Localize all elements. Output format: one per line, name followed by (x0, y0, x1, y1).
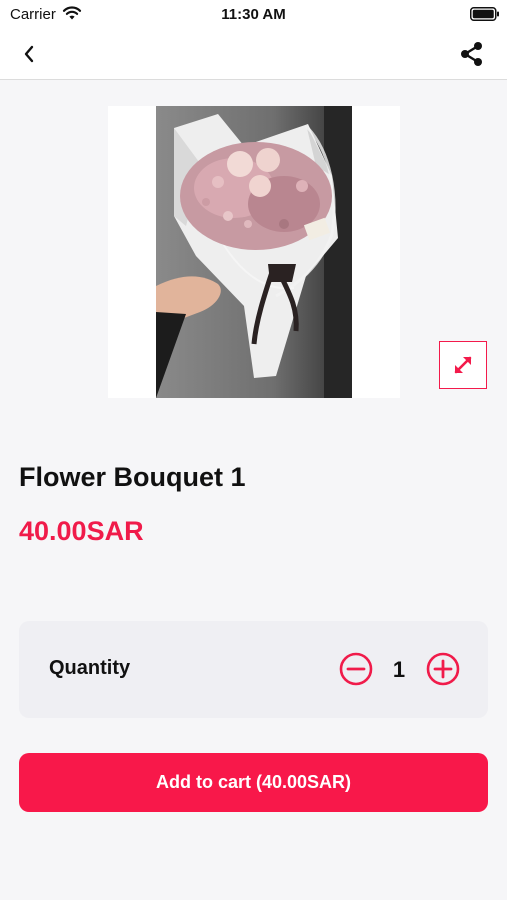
share-button[interactable] (456, 38, 488, 70)
status-bar: Carrier 11:30 AM (0, 0, 507, 28)
minus-circle-icon (339, 652, 373, 686)
battery-icon (470, 7, 499, 21)
increment-quantity-button[interactable] (426, 652, 460, 686)
decrement-quantity-button[interactable] (339, 652, 373, 686)
back-button[interactable] (14, 40, 44, 68)
add-to-cart-button[interactable]: Add to cart (40.00SAR) (19, 753, 488, 812)
product-image[interactable] (156, 106, 352, 398)
chevron-left-icon (24, 45, 34, 63)
quantity-card: Quantity 1 (19, 621, 488, 718)
expand-arrows-icon (454, 356, 472, 374)
bouquet-photo (156, 106, 352, 398)
quantity-label: Quantity (49, 657, 131, 679)
product-title: Flower Bouquet 1 (19, 462, 246, 492)
navigation-bar (0, 28, 507, 80)
quantity-value: 1 (392, 657, 406, 682)
expand-image-button[interactable] (439, 341, 487, 389)
plus-circle-icon (426, 652, 460, 686)
status-time: 11:30 AM (221, 6, 286, 23)
share-icon (461, 42, 482, 66)
product-price: 40.00SAR (19, 516, 144, 546)
product-image-frame (108, 106, 400, 398)
